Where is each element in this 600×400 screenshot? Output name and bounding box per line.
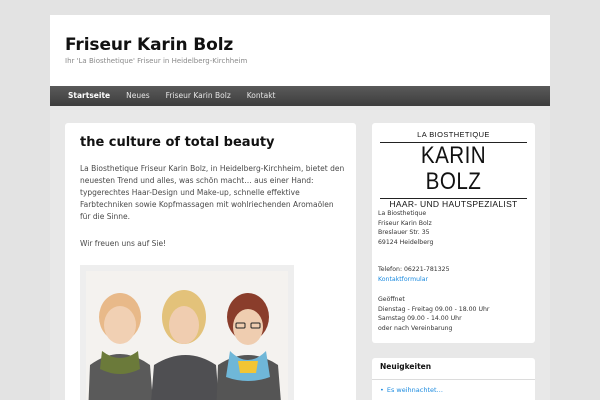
bullet-icon: • (380, 386, 384, 394)
news-widget-title: Neuigkeiten (380, 362, 432, 371)
opening-hours: Geöffnet Dienstag - Freitag 09.00 - 18.0… (378, 295, 489, 333)
address-line: Breslauer Str. 35 (378, 229, 430, 236)
team-photo (80, 265, 294, 400)
contact-block: Telefon: 06221-781325 Kontaktformular (378, 265, 450, 284)
news-item-label[interactable]: Es weihnachtet… (387, 386, 443, 394)
hours-line: Dienstag - Freitag 09.00 - 18.00 Uhr (378, 305, 490, 313)
main-article: the culture of total beauty La Biostheti… (65, 123, 356, 400)
nav-item-kontakt[interactable]: Kontakt (239, 86, 284, 106)
page: Friseur Karin Bolz Ihr 'La Biosthetique'… (50, 15, 550, 400)
news-divider (372, 379, 535, 380)
logo-subtitle: HAAR- UND HAUTSPEZIALIST (389, 199, 518, 209)
content-area: the culture of total beauty La Biostheti… (50, 106, 550, 400)
site-title[interactable]: Friseur Karin Bolz (65, 35, 233, 55)
nav-item-neues[interactable]: Neues (118, 86, 158, 106)
hours-label: Geöffnet (378, 296, 405, 303)
news-item[interactable]: • Es weihnachtet… (380, 386, 443, 394)
phone-number: Telefon: 06221-781325 (378, 266, 450, 273)
hours-line: Samstag 09.00 - 14.00 Uhr (378, 315, 462, 322)
hours-line: oder nach Vereinbarung (378, 324, 453, 332)
team-photo-image (80, 265, 294, 400)
site-description: Ihr 'La Biosthetique' Friseur in Heidelb… (65, 57, 248, 65)
site-header: Friseur Karin Bolz Ihr 'La Biosthetique'… (50, 15, 550, 86)
sidebar-info: LA BIOSTHETIQUE KARIN BOLZ HAAR- UND HAU… (372, 123, 535, 343)
entry-welcome: Wir freuen uns auf Sie! (80, 239, 167, 248)
logo-top-text: LA BIOSTHETIQUE (417, 130, 490, 139)
nav-item-friseur-karin-bolz[interactable]: Friseur Karin Bolz (158, 86, 239, 106)
contact-form-link[interactable]: Kontaktformular (378, 275, 450, 285)
nav-item-startseite[interactable]: Startseite (60, 86, 118, 106)
news-widget: Neuigkeiten • Es weihnachtet… (372, 358, 535, 400)
logo-name: KARIN BOLZ (420, 142, 487, 195)
address-block: La Biosthetique Friseur Karin Bolz Bresl… (378, 209, 433, 247)
address-line: Friseur Karin Bolz (378, 219, 432, 227)
entry-title: the culture of total beauty (80, 135, 275, 150)
entry-paragraph: La Biosthetique Friseur Karin Bolz, in H… (80, 164, 345, 221)
address-line: La Biosthetique (378, 210, 427, 217)
brand-logo: LA BIOSTHETIQUE KARIN BOLZ HAAR- UND HAU… (380, 130, 527, 209)
address-line: 69124 Heidelberg (378, 238, 434, 246)
main-nav: Startseite Neues Friseur Karin Bolz Kont… (50, 86, 550, 106)
